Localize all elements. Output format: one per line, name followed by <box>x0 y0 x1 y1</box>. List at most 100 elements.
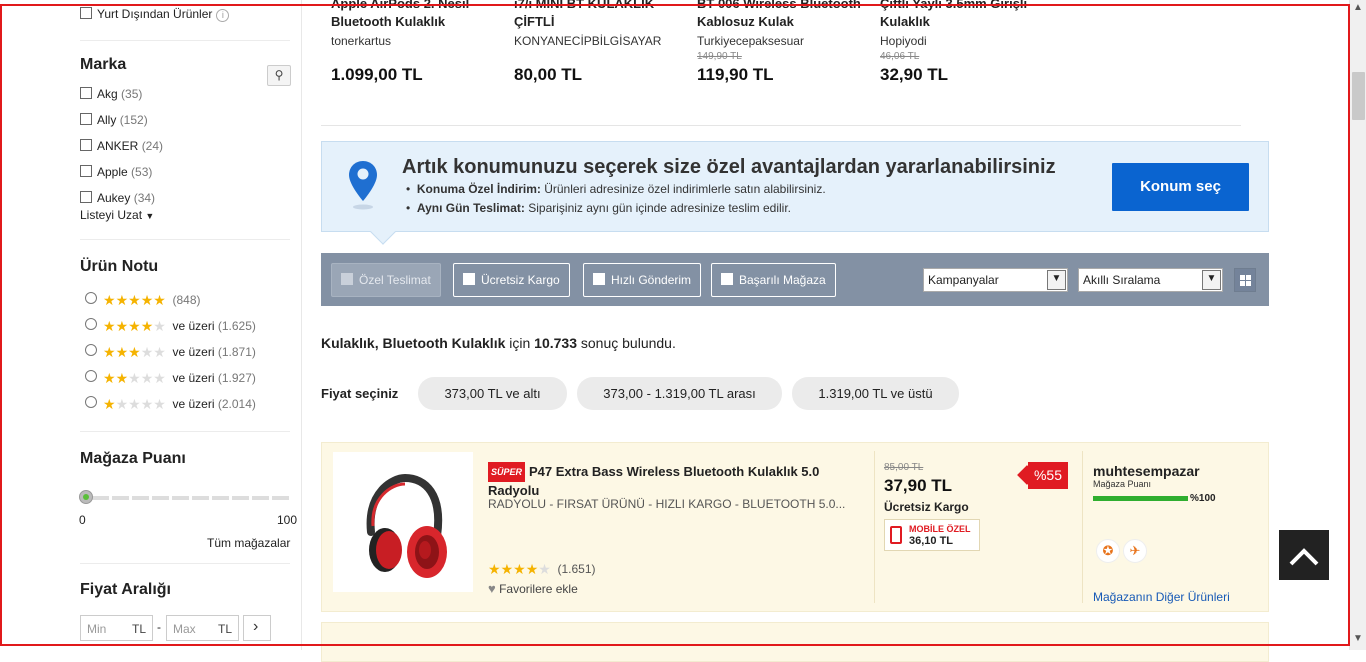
divider <box>80 431 290 432</box>
slider-min: 0 <box>79 513 86 527</box>
brand-option-0[interactable]: Akg (35) <box>80 87 142 101</box>
radio[interactable] <box>85 292 97 304</box>
top-product-name[interactable]: Çiftli Yaylı 3.5mm Girişli Kulaklık <box>880 0 1060 31</box>
slider-segment <box>152 496 169 500</box>
headphones-image <box>366 473 447 578</box>
info-icon[interactable]: i <box>216 9 230 22</box>
checkbox[interactable] <box>80 7 92 19</box>
slider-segment <box>232 496 249 500</box>
price-max-input[interactable]: Max TL <box>166 615 239 641</box>
rating-title: Ürün Notu <box>80 258 159 275</box>
top-product-2[interactable]: BT-006 Wireless Bluetooth Kablosuz Kulak… <box>697 0 877 85</box>
chevron-up-icon <box>1289 548 1319 566</box>
phone-icon <box>890 526 902 544</box>
store-other-products-link[interactable]: Mağazanın Diğer Ürünleri <box>1093 590 1230 604</box>
price-min-input[interactable]: Min TL <box>80 615 153 641</box>
radio[interactable] <box>85 396 97 408</box>
stars-icon: ★★★★★ <box>103 292 166 308</box>
top-product-name[interactable]: i7/i MİNİ BT KULAKLIK ÇİFTLİ <box>514 0 694 31</box>
brand-search-button[interactable]: ⚲ <box>267 65 291 86</box>
location-benefit-2: • Aynı Gün Teslimat: Siparişiniz aynı gü… <box>406 201 792 215</box>
price-option-low[interactable]: 373,00 TL ve altı <box>418 377 567 410</box>
free-shipping-label: Ücretsiz Kargo <box>884 500 969 514</box>
rating-option-3[interactable]: ★★★★★ ve üzeri (1.927) <box>85 370 256 387</box>
free-shipping-filter[interactable]: Ücretsiz Kargo <box>453 263 570 297</box>
stars-icon: ★★★★★ <box>103 344 166 360</box>
top-product-old-price: 149,90 TL <box>697 51 742 62</box>
brand-count: (24) <box>141 139 164 153</box>
top-product-old-price <box>331 51 511 63</box>
discount-badge: %55 <box>1028 462 1068 489</box>
checkbox[interactable] <box>80 165 92 177</box>
top-product-3[interactable]: Çiftli Yaylı 3.5mm Girişli Kulaklık Hopiy… <box>880 0 1060 85</box>
checkbox[interactable] <box>80 139 92 151</box>
result-summary: Kulaklık, Bluetooth Kulaklık için 10.733… <box>321 335 676 351</box>
store-score-slider[interactable] <box>79 490 290 504</box>
top-product-name[interactable]: Apple AirPods 2. Nesil Bluetooth Kulaklı… <box>331 0 511 31</box>
old-price: 85,00 TL <box>884 462 924 473</box>
top-product-name[interactable]: BT-006 Wireless Bluetooth Kablosuz Kulak <box>697 0 877 31</box>
page-scrollbar[interactable]: ▲ ▼ <box>1349 0 1366 650</box>
scroll-to-top-button[interactable] <box>1279 530 1329 580</box>
product-title[interactable]: SÜPER P47 Extra Bass Wireless Bluetooth K… <box>488 462 848 500</box>
rating-stars-icon: ★★★★★ <box>488 561 551 577</box>
brand-label: Aukey <box>97 191 131 205</box>
product-card[interactable]: SÜPER P47 Extra Bass Wireless Bluetooth K… <box>321 442 1269 612</box>
rating-option-0[interactable]: ★★★★★ (848) <box>85 292 201 309</box>
successful-store-filter[interactable]: Başarılı Mağaza <box>711 263 836 297</box>
sort-select[interactable]: Akıllı Sıralama ▼ <box>1078 268 1223 292</box>
store-name[interactable]: muhtesempazar <box>1093 463 1200 479</box>
divider <box>80 563 290 564</box>
price-range-title: Fiyat Aralığı <box>80 581 171 598</box>
max-placeholder: Max <box>173 622 196 636</box>
fast-shipping-filter[interactable]: Hızlı Gönderim <box>583 263 702 297</box>
rating-option-1[interactable]: ★★★★★ ve üzeri (1.625) <box>85 318 256 335</box>
brand-option-2[interactable]: ANKER (24) <box>80 139 163 153</box>
checkbox[interactable] <box>80 191 92 203</box>
grid-view-icon[interactable] <box>1234 268 1256 292</box>
scroll-thumb[interactable] <box>1352 72 1365 120</box>
radio[interactable] <box>85 370 97 382</box>
location-benefit-1: • Konuma Özel İndirim: Ürünleri adresini… <box>406 182 826 196</box>
slider-segment <box>272 496 289 500</box>
top-product-seller: KONYANECİPBİLGİSAYAR <box>514 34 662 48</box>
special-delivery-filter[interactable]: Özel Teslimat <box>331 263 441 297</box>
brand-label: ANKER <box>97 139 139 153</box>
checkbox[interactable] <box>80 113 92 125</box>
top-product-1[interactable]: i7/i MİNİ BT KULAKLIK ÇİFTLİ KONYANECİPBİ… <box>514 0 694 85</box>
radio[interactable] <box>85 344 97 356</box>
price-go-button[interactable]: › <box>243 615 271 641</box>
product-description: RADYOLU - FIRSAT ÜRÜNÜ - HIZLI KARGO - B… <box>488 497 846 511</box>
all-stores-link[interactable]: Tüm mağazalar <box>207 536 290 550</box>
product-card-next[interactable] <box>321 622 1269 662</box>
rating-option-4[interactable]: ★★★★★ ve üzeri (2.014) <box>85 396 256 413</box>
rating-option-2[interactable]: ★★★★★ ve üzeri (1.871) <box>85 344 256 361</box>
campaign-select[interactable]: Kampanyalar ▼ <box>923 268 1068 292</box>
top-product-price: 80,00 TL <box>514 65 583 84</box>
brand-option-1[interactable]: Ally (152) <box>80 113 148 127</box>
price-option-high[interactable]: 1.319,00 TL ve üstü <box>792 377 959 410</box>
mobile-price: 36,10 TL <box>909 535 954 547</box>
brand-option-4[interactable]: Aukey (34) <box>80 191 155 205</box>
store-score-bar <box>1093 496 1188 501</box>
top-product-seller: Turkiyecepaksesuar <box>697 34 804 48</box>
overseas-filter[interactable]: Yurt Dışından Ürünler i <box>80 7 230 22</box>
divider <box>80 40 290 41</box>
currency-label: TL <box>217 622 232 636</box>
select-location-button[interactable]: Konum seç <box>1112 163 1249 211</box>
product-image[interactable] <box>333 452 473 592</box>
brand-count: (34) <box>133 191 156 205</box>
store-score-title: Mağaza Puanı <box>80 450 186 467</box>
top-product-0[interactable]: Apple AirPods 2. Nesil Bluetooth Kulaklı… <box>331 0 511 85</box>
expand-list-link[interactable]: Listeyi Uzat ▼ <box>80 208 154 222</box>
add-favorite-button[interactable]: ♥ Favorilere ekle <box>488 581 578 596</box>
checkbox[interactable] <box>80 87 92 99</box>
divider <box>321 125 1241 126</box>
location-title: Artık konumunuzu seçerek size özel avant… <box>402 156 1056 178</box>
brand-label: Ally <box>97 113 117 127</box>
brand-option-3[interactable]: Apple (53) <box>80 165 152 179</box>
top-product-price: 1.099,00 TL <box>331 65 423 84</box>
price-option-mid[interactable]: 373,00 - 1.319,00 TL arası <box>577 377 782 410</box>
slider-handle[interactable] <box>79 490 93 504</box>
radio[interactable] <box>85 318 97 330</box>
